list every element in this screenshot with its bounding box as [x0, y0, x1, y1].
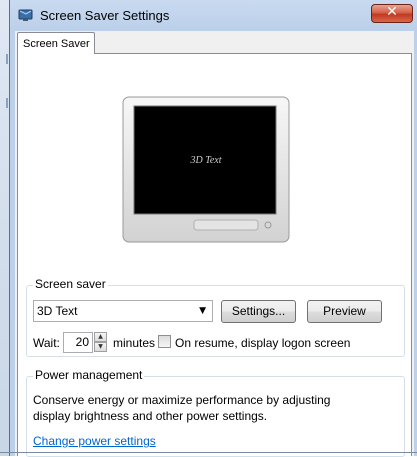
monitor-preview: 3D Text	[122, 96, 290, 243]
tab-screen-saver[interactable]: Screen Saver	[17, 32, 95, 54]
power-description-line1: Conserve energy or maximize performance …	[33, 393, 331, 407]
preview-screen-text: 3D Text	[189, 155, 221, 166]
preview-button[interactable]: Preview	[307, 300, 382, 323]
chevron-down-icon: ▼	[199, 306, 206, 316]
screen-saver-selected-value: 3D Text	[37, 304, 78, 318]
screen-saver-group: Screen saver 3D Text ▼ Settings... Previ…	[26, 277, 405, 357]
power-management-group-label: Power management	[33, 368, 145, 382]
resume-logon-checkbox[interactable]	[158, 335, 171, 348]
window-bottom-edge	[0, 452, 417, 453]
desktop-marker	[6, 98, 8, 108]
window-title: Screen Saver Settings	[40, 8, 170, 23]
stepper-up-icon[interactable]: ▲	[94, 332, 107, 342]
stepper-down-icon[interactable]: ▼	[94, 342, 107, 352]
wait-label: Wait:	[33, 336, 60, 350]
tab-panel-screen-saver: 3D Text Screen saver 3D Text ▼ Settings.…	[17, 53, 412, 457]
minutes-label: minutes	[113, 336, 156, 350]
close-icon: ✕	[386, 4, 398, 20]
desktop-marker	[6, 54, 8, 64]
close-button[interactable]: ✕	[371, 4, 413, 23]
screen-saver-select[interactable]: 3D Text ▼	[33, 300, 213, 322]
wait-minutes-stepper[interactable]: ▲ ▼	[94, 332, 107, 353]
power-description-line2: display brightness and other power setti…	[33, 409, 268, 423]
resume-logon-label[interactable]: On resume, display logon screen	[175, 336, 350, 350]
screen-saver-app-icon	[18, 9, 33, 21]
screen-saver-group-label: Screen saver	[33, 277, 108, 291]
title-bar[interactable]: Screen Saver Settings ✕	[10, 0, 417, 30]
screen-saver-settings-window: Screen Saver Settings ✕ Screen Saver 3D …	[9, 0, 417, 457]
desktop-background	[0, 0, 9, 456]
dialog-client-area: Screen Saver 3D Text Screen saver 3D Tex…	[15, 31, 414, 457]
change-power-settings-link[interactable]: Change power settings	[33, 434, 156, 448]
power-management-group: Power management Conserve energy or maxi…	[26, 368, 405, 457]
wait-minutes-input[interactable]: 20	[63, 332, 93, 353]
settings-button[interactable]: Settings...	[221, 300, 296, 323]
